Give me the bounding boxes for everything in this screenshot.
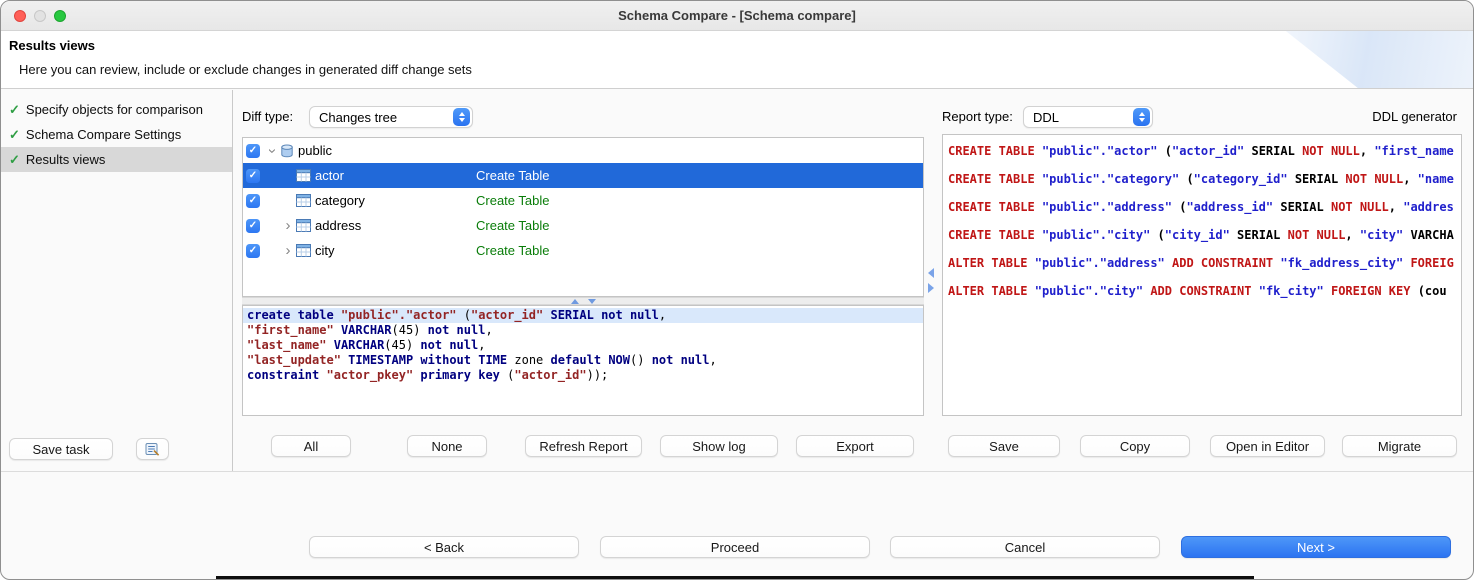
row-checkbox[interactable]: ✓ xyxy=(246,219,260,233)
chevron-right-icon[interactable]: › xyxy=(280,244,296,258)
migrate-button[interactable]: Migrate xyxy=(1342,435,1457,457)
wizard-steps-sidebar: ✓ Specify objects for comparison ✓ Schem… xyxy=(1,90,233,471)
table-icon xyxy=(296,194,311,207)
horizontal-splitter[interactable] xyxy=(242,297,924,305)
report-type-select[interactable]: DDL xyxy=(1023,106,1153,128)
wizard-header: Results views Here you can review, inclu… xyxy=(1,31,1473,89)
back-button[interactable]: < Back xyxy=(309,536,579,558)
collapse-right-icon[interactable] xyxy=(928,283,934,293)
code-line: "first_name" VARCHAR(45) not null, xyxy=(243,323,923,338)
tree-row-address[interactable]: ✓ › address Create Table xyxy=(243,213,923,238)
titlebar: Schema Compare - [Schema compare] xyxy=(1,1,1473,31)
tree-row-city[interactable]: ✓ › city Create Table xyxy=(243,238,923,263)
check-icon: ✓ xyxy=(249,246,257,256)
sidebar-item-compare-settings[interactable]: ✓ Schema Compare Settings xyxy=(1,122,232,147)
copy-button[interactable]: Copy xyxy=(1080,435,1190,457)
tree-row-category[interactable]: ✓ category Create Table xyxy=(243,188,923,213)
check-icon: ✓ xyxy=(249,196,257,206)
row-checkbox[interactable]: ✓ xyxy=(246,194,260,208)
proceed-button[interactable]: Proceed xyxy=(600,536,870,558)
none-button[interactable]: None xyxy=(407,435,487,457)
tree-item-label: public xyxy=(298,143,332,158)
code-line: "last_name" VARCHAR(45) not null, xyxy=(243,338,923,353)
tree-item-label: actor xyxy=(315,168,344,183)
all-button[interactable]: All xyxy=(271,435,351,457)
header-decoration xyxy=(1233,31,1473,88)
task-icon xyxy=(145,442,160,456)
check-icon: ✓ xyxy=(9,152,20,168)
check-icon: ✓ xyxy=(249,221,257,231)
schema-compare-window: Schema Compare - [Schema compare] Result… xyxy=(0,0,1474,580)
tree-item-label: category xyxy=(315,193,365,208)
chevron-down-icon[interactable]: › xyxy=(265,143,279,159)
sidebar-item-label: Specify objects for comparison xyxy=(26,102,203,117)
check-icon: ✓ xyxy=(9,102,20,118)
dropdown-stepper-icon xyxy=(1133,108,1150,126)
diff-type-value: Changes tree xyxy=(319,110,397,125)
show-log-button[interactable]: Show log xyxy=(660,435,778,457)
code-line: CREATE TABLE "public"."category" ("categ… xyxy=(943,165,1461,193)
code-line: CREATE TABLE "public"."address" ("addres… xyxy=(943,193,1461,221)
check-icon: ✓ xyxy=(249,146,257,156)
save-button[interactable]: Save xyxy=(948,435,1060,457)
save-task-button[interactable]: Save task xyxy=(9,438,113,460)
cancel-button[interactable]: Cancel xyxy=(890,536,1160,558)
sidebar-item-label: Results views xyxy=(26,152,105,167)
check-icon: ✓ xyxy=(9,127,20,143)
ddl-generator-label: DDL generator xyxy=(1372,106,1457,128)
tree-item-action: Create Table xyxy=(476,193,549,208)
code-line: CREATE TABLE "public"."city" ("city_id" … xyxy=(943,221,1461,249)
window-title: Schema Compare - [Schema compare] xyxy=(1,1,1473,31)
tree-item-label: address xyxy=(315,218,361,233)
row-checkbox[interactable]: ✓ xyxy=(246,244,260,258)
tree-item-action: Create Table xyxy=(476,168,549,183)
table-icon xyxy=(296,219,311,232)
diff-panel: Diff type: Changes tree ✓ › public ✓ xyxy=(242,89,924,471)
tree-row-public[interactable]: ✓ › public xyxy=(243,138,923,163)
sidebar-item-label: Schema Compare Settings xyxy=(26,127,181,142)
content-footer-divider xyxy=(1,471,1474,472)
diff-type-label: Diff type: xyxy=(242,106,293,128)
bottom-edge-line xyxy=(216,576,1254,579)
splitter-handle-icon[interactable] xyxy=(563,298,604,304)
refresh-report-button[interactable]: Refresh Report xyxy=(525,435,642,457)
sidebar-item-results-views[interactable]: ✓ Results views xyxy=(1,147,232,172)
tree-item-label: city xyxy=(315,243,335,258)
open-in-editor-button[interactable]: Open in Editor xyxy=(1210,435,1325,457)
check-icon: ✓ xyxy=(249,171,257,181)
code-line: create table "public"."actor" ("actor_id… xyxy=(243,308,923,323)
table-icon xyxy=(296,169,311,182)
export-button[interactable]: Export xyxy=(796,435,914,457)
code-line: "last_update" TIMESTAMP without TIME zon… xyxy=(243,353,923,368)
code-line: ALTER TABLE "public"."city" ADD CONSTRAI… xyxy=(943,277,1461,305)
page-subtitle: Here you can review, include or exclude … xyxy=(19,62,472,77)
next-button[interactable]: Next > xyxy=(1181,536,1451,558)
tree-item-action: Create Table xyxy=(476,218,549,233)
report-type-value: DDL xyxy=(1033,110,1059,125)
sidebar-item-specify-objects[interactable]: ✓ Specify objects for comparison xyxy=(1,97,232,122)
page-title: Results views xyxy=(9,38,95,53)
dropdown-stepper-icon xyxy=(453,108,470,126)
chevron-right-icon[interactable]: › xyxy=(280,219,296,233)
row-checkbox[interactable]: ✓ xyxy=(246,144,260,158)
code-line: constraint "actor_pkey" primary key ("ac… xyxy=(243,368,923,383)
panel-splitter-handle[interactable] xyxy=(924,89,938,471)
report-type-label: Report type: xyxy=(942,106,1013,128)
diff-changes-tree[interactable]: ✓ › public ✓ xyxy=(242,137,924,297)
tree-row-actor[interactable]: ✓ actor Create Table xyxy=(243,163,923,188)
ddl-report-panel: Report type: DDL DDL generator CREATE TA… xyxy=(938,89,1465,471)
table-icon xyxy=(296,244,311,257)
ddl-report-viewer[interactable]: CREATE TABLE "public"."actor" ("actor_id… xyxy=(942,134,1462,416)
code-line: CREATE TABLE "public"."actor" ("actor_id… xyxy=(943,137,1461,165)
collapse-left-icon[interactable] xyxy=(928,268,934,278)
save-task-file-button[interactable] xyxy=(136,438,169,460)
tree-item-action: Create Table xyxy=(476,243,549,258)
schema-icon xyxy=(280,144,294,158)
sql-source-viewer[interactable]: create table "public"."actor" ("actor_id… xyxy=(242,305,924,416)
diff-type-select[interactable]: Changes tree xyxy=(309,106,473,128)
row-checkbox[interactable]: ✓ xyxy=(246,169,260,183)
code-line: ALTER TABLE "public"."address" ADD CONST… xyxy=(943,249,1461,277)
